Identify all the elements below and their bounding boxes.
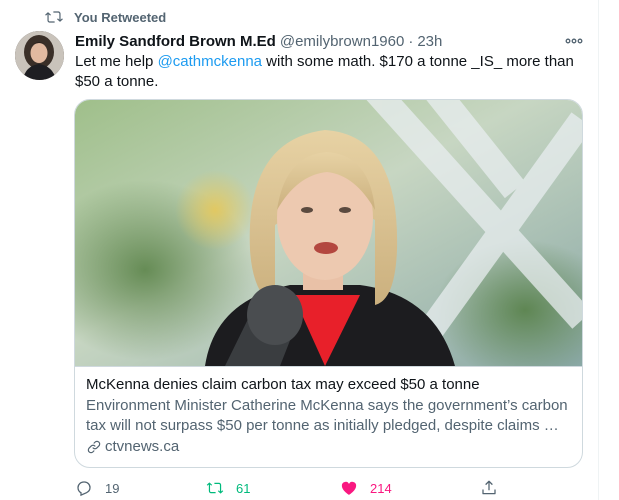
tweet-header: Emily Sandford Brown M.Ed @emilybrown196…: [75, 31, 590, 51]
retweet-banner[interactable]: You Retweeted: [44, 8, 166, 26]
share-icon: [482, 480, 496, 495]
retweet-count: 61: [236, 480, 251, 496]
author-name[interactable]: Emily Sandford Brown M.Ed: [75, 33, 276, 50]
timeline-border: [598, 0, 599, 500]
reply-icon: [77, 481, 91, 497]
card-domain-text: ctvnews.ca: [105, 438, 180, 455]
tweet-actions: 19 61 214: [75, 478, 505, 498]
header-separator: ·: [408, 32, 414, 50]
mention-link[interactable]: @cathmckenna: [158, 53, 262, 70]
link-icon: [87, 440, 101, 454]
retweet-button[interactable]: 61: [206, 478, 250, 498]
share-button[interactable]: [480, 478, 498, 498]
card-image: [75, 100, 582, 367]
link-card[interactable]: McKenna denies claim carbon tax may exce…: [74, 99, 583, 468]
card-title: McKenna denies claim carbon tax may exce…: [86, 376, 480, 393]
like-count: 214: [370, 480, 392, 496]
card-photo: [75, 100, 582, 366]
retweet-icon: [45, 11, 63, 23]
author-avatar[interactable]: [15, 31, 64, 80]
card-domain: ctvnews.ca: [86, 437, 576, 457]
card-body: McKenna denies claim carbon tax may exce…: [86, 375, 576, 457]
heart-icon: [341, 481, 357, 495]
card-description: Environment Minister Catherine McKenna s…: [86, 397, 568, 434]
reply-button[interactable]: 19: [75, 478, 119, 498]
retweet-action-icon: [206, 482, 224, 494]
tweet-text-before: Let me help: [75, 53, 158, 70]
tweet-timestamp[interactable]: 23h: [417, 33, 442, 50]
retweet-banner-text: You Retweeted: [74, 9, 167, 25]
author-handle[interactable]: @emilybrown1960: [280, 33, 404, 50]
avatar-image: [15, 31, 64, 80]
reply-count: 19: [105, 480, 120, 496]
tweet-text: Let me help @cathmckenna with some math.…: [75, 52, 585, 92]
more-options-button[interactable]: [563, 33, 585, 49]
more-icon: [565, 38, 583, 44]
like-button[interactable]: 214: [340, 478, 392, 498]
